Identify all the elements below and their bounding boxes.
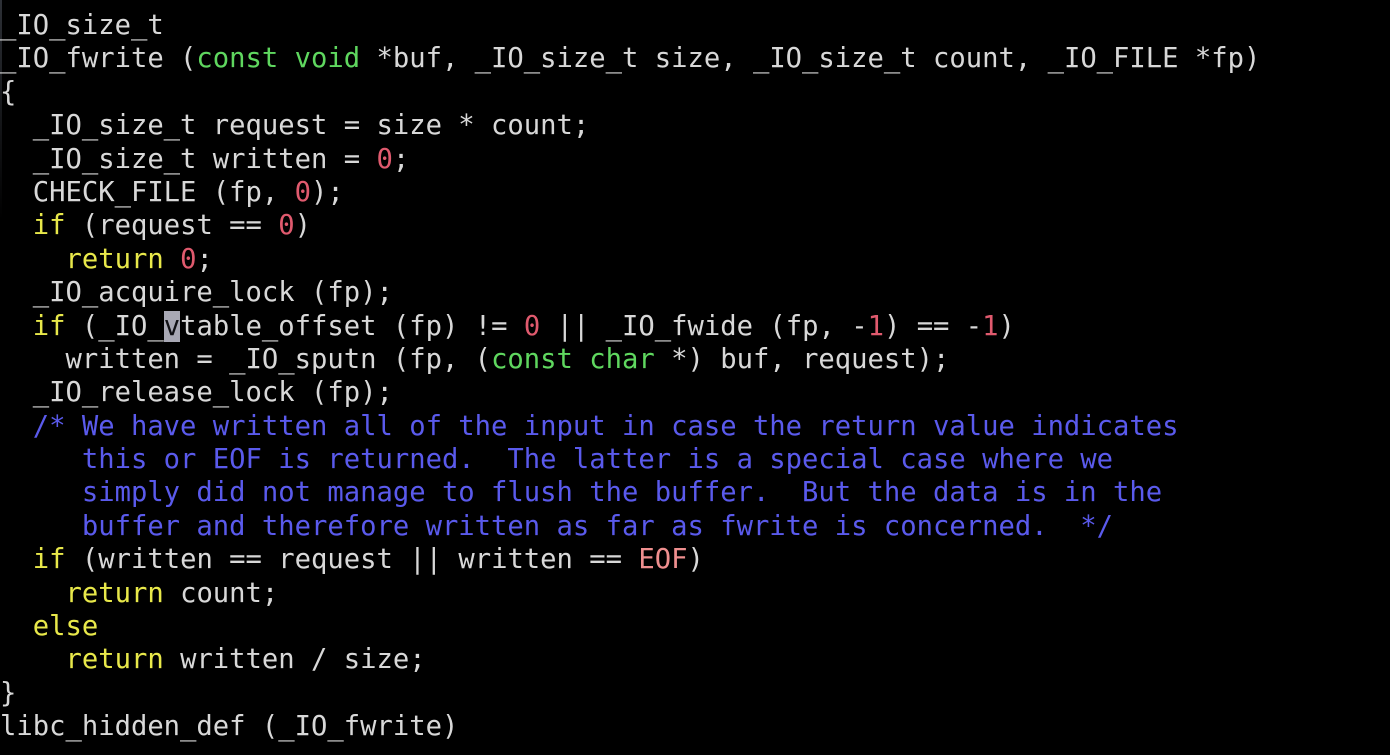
code-token-keyword: return [65, 644, 164, 676]
code-token-plain: count; [163, 577, 279, 609]
code-token-keyword: return [65, 243, 164, 275]
code-token-plain: *) buf, request); [654, 343, 950, 375]
code-line[interactable]: if (_IO_vtable_offset (fp) != 0 || _IO_f… [0, 310, 1390, 343]
code-line[interactable]: _IO_size_t request = size * count; [0, 109, 1390, 142]
code-token-plain: ) [998, 310, 1015, 342]
code-token-plain: table_offset (fp) != [180, 310, 524, 342]
code-token-comment: simply did not manage to flush the buffe… [0, 477, 1163, 509]
code-token-plain: written = _IO_sputn (fp, ( [0, 343, 492, 375]
code-token-plain: } [0, 677, 17, 709]
code-token-plain: CHECK_FILE (fp, [0, 176, 295, 208]
code-token-comment: buffer and therefore written as far as f… [0, 510, 1114, 542]
code-line[interactable]: if (written == request || written == EOF… [0, 543, 1390, 576]
code-token-plain: *buf, _IO_size_t size, _IO_size_t count,… [360, 43, 1261, 75]
code-token-plain: { [0, 76, 17, 108]
code-token-number: 0 [180, 243, 197, 275]
source-code-view[interactable]: _IO_size_t _IO_fwrite (const void *buf, _… [0, 9, 1390, 744]
text-cursor[interactable]: v [163, 310, 181, 342]
code-line[interactable]: } [0, 677, 1390, 710]
code-token-plain: ); [311, 176, 344, 208]
code-token-plain: _IO_size_t written = [0, 143, 377, 175]
code-line[interactable]: { [0, 76, 1390, 109]
code-line[interactable]: CHECK_FILE (fp, 0); [0, 176, 1390, 209]
code-line[interactable]: this or EOF is returned. The latter is a… [0, 443, 1390, 476]
code-line[interactable]: _IO_release_lock (fp); [0, 376, 1390, 409]
code-token-plain: _IO_acquire_lock (fp); [0, 277, 393, 309]
code-token-number: 0 [294, 176, 312, 208]
code-token-plain: || _IO_fwide (fp, - [540, 310, 868, 342]
code-token-number: 0 [278, 210, 295, 242]
code-line[interactable]: _IO_acquire_lock (fp); [0, 276, 1390, 309]
terminal-window[interactable]: _IO_size_t _IO_fwrite (const void *buf, _… [0, 0, 1390, 755]
code-line[interactable]: simply did not manage to flush the buffe… [0, 476, 1390, 509]
code-token-number: 1 [982, 310, 999, 342]
code-token-keyword: if [32, 210, 66, 242]
code-line[interactable]: if (request == 0) [0, 209, 1390, 242]
code-line[interactable]: buffer and therefore written as far as f… [0, 510, 1390, 543]
code-token-plain: ) == - [883, 310, 983, 342]
code-token-plain: written / size; [163, 644, 426, 676]
code-line[interactable]: _IO_size_t written = 0; [0, 143, 1390, 176]
code-line[interactable]: written = _IO_sputn (fp, (const char *) … [0, 343, 1390, 376]
code-token-keyword: else [32, 611, 99, 643]
code-token-keyword: if [32, 544, 66, 576]
code-token-plain: _IO_size_t request = size * count; [0, 110, 590, 142]
code-token-type: const char [491, 343, 655, 375]
code-token-number: 0 [523, 310, 541, 342]
code-line[interactable]: return 0; [0, 243, 1390, 276]
code-token-plain: libc_hidden_def (_IO_fwrite) [0, 711, 459, 743]
code-line[interactable]: /* We have written all of the input in c… [0, 410, 1390, 443]
code-token-const: EOF [638, 544, 688, 576]
code-token-plain: ; [392, 143, 410, 175]
code-line[interactable]: _IO_fwrite (const void *buf, _IO_size_t … [0, 42, 1390, 75]
code-token-plain: (_IO_ [65, 310, 164, 342]
code-token-type: const void [196, 43, 361, 75]
code-token-comment: this or EOF is returned. The latter is a… [0, 444, 1114, 476]
code-token-plain: _IO_fwrite ( [0, 43, 197, 75]
code-token-number: 1 [867, 310, 884, 342]
code-token-plain: ; [196, 243, 213, 275]
code-token-plain: ) [687, 544, 704, 576]
code-line[interactable]: libc_hidden_def (_IO_fwrite) [0, 710, 1390, 743]
code-token-plain: _IO_release_lock (fp); [0, 377, 393, 409]
code-line[interactable]: _IO_size_t [0, 9, 1390, 42]
code-token-plain: (request == [65, 210, 279, 242]
code-token-number: 0 [376, 143, 393, 175]
code-token-comment: /* We have written all of the input in c… [0, 410, 1179, 442]
code-token-plain: ) [294, 210, 312, 242]
code-token-keyword: return [65, 577, 164, 609]
code-line[interactable]: else [0, 610, 1390, 643]
code-line[interactable]: return count; [0, 577, 1390, 610]
code-token-plain: _IO_size_t [0, 10, 164, 41]
code-token-plain: (written == request || written == [65, 544, 639, 576]
code-line[interactable]: return written / size; [0, 643, 1390, 676]
code-token-keyword: if [32, 310, 66, 342]
